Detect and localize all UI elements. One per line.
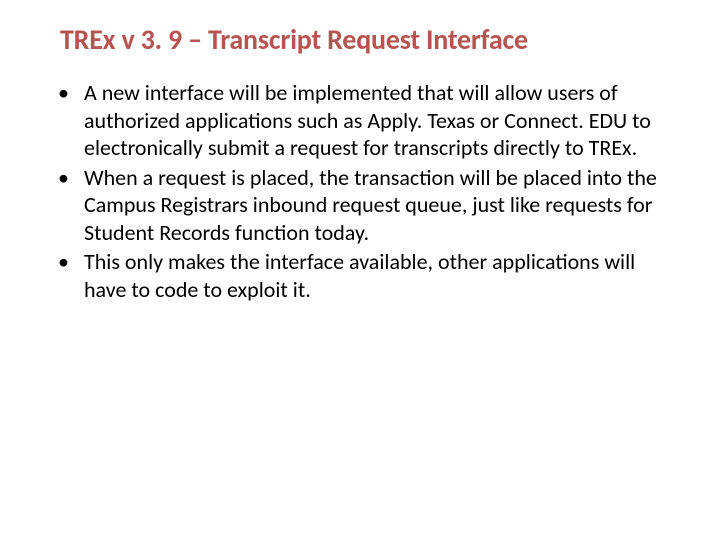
list-item: This only makes the interface available,… (48, 248, 672, 303)
list-item: When a request is placed, the transactio… (48, 164, 672, 247)
bullet-list: A new interface will be implemented that… (48, 79, 672, 303)
list-item: A new interface will be implemented that… (48, 79, 672, 162)
slide-title: TREx v 3. 9 – Transcript Request Interfa… (48, 22, 672, 57)
